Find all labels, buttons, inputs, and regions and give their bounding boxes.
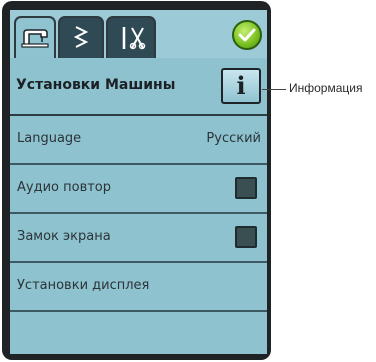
page-title: Установки Машины bbox=[16, 77, 176, 93]
title-row: Установки Машины i bbox=[10, 58, 267, 116]
empty-row bbox=[10, 312, 267, 354]
audio-repeat-label: Аудио повтор bbox=[17, 180, 112, 195]
screen-lock-setting: Замок экрана bbox=[10, 214, 267, 263]
ok-button[interactable] bbox=[232, 20, 262, 50]
screen-lock-checkbox[interactable] bbox=[235, 226, 257, 248]
tab-tools[interactable] bbox=[106, 16, 156, 58]
tools-icon bbox=[122, 27, 146, 50]
display-settings-label: Установки дисплея bbox=[17, 278, 150, 293]
audio-repeat-setting: Аудио повтор bbox=[10, 165, 267, 214]
device-frame: Установки Машины i Language Русский Ауди… bbox=[2, 1, 271, 360]
screen-lock-label: Замок экрана bbox=[17, 229, 111, 244]
audio-repeat-checkbox[interactable] bbox=[235, 177, 257, 199]
language-label: Language bbox=[17, 131, 82, 146]
tab-machine-settings[interactable] bbox=[14, 16, 56, 58]
info-button[interactable]: i bbox=[221, 68, 261, 104]
info-icon: i bbox=[236, 71, 246, 100]
sewing-machine-icon bbox=[21, 29, 49, 48]
tab-bar bbox=[10, 10, 267, 58]
settings-screen: Установки Машины i Language Русский Ауди… bbox=[10, 10, 267, 354]
language-value: Русский bbox=[206, 131, 261, 146]
checkmark-icon bbox=[238, 28, 256, 42]
zigzag-stitch-icon bbox=[73, 26, 89, 48]
tab-stitch[interactable] bbox=[58, 16, 104, 58]
callout-line bbox=[262, 89, 286, 90]
display-settings-item[interactable]: Установки дисплея bbox=[10, 263, 267, 312]
language-setting[interactable]: Language Русский bbox=[10, 116, 267, 165]
callout-label: Информация bbox=[289, 81, 363, 95]
